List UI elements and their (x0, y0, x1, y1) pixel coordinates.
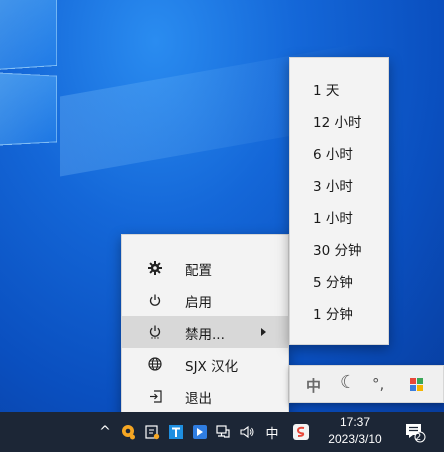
submenu-item-12-hours[interactable]: 12 小时 (290, 107, 388, 139)
ime-settings-grid-icon[interactable] (410, 377, 423, 391)
menu-item-enable[interactable]: 启用 (122, 284, 288, 316)
globe-icon (147, 356, 163, 372)
menu-item-sjx-localization[interactable]: SJX 汉化 (122, 348, 288, 380)
ime-indicator[interactable]: 中 (262, 412, 282, 452)
wallpaper-window-pane (0, 0, 58, 71)
notification-count-badge: 2 (415, 432, 422, 443)
wallpaper-window-pane (0, 72, 58, 146)
menu-item-disable[interactable]: 禁用... (122, 316, 288, 348)
submenu-item-1-minute[interactable]: 1 分钟 (290, 299, 388, 331)
power-icon (147, 324, 163, 340)
location-pin-icon[interactable] (118, 412, 138, 452)
menu-item-config[interactable]: 配置 (122, 252, 288, 284)
menu-item-label: SJX 汉化 (185, 359, 239, 375)
taskbar: ^ 中 17:37 2023/3/10 2 (0, 412, 444, 452)
menu-item-exit[interactable]: 退出 (122, 380, 288, 412)
network-icon[interactable] (213, 412, 233, 452)
power-icon (147, 292, 163, 308)
security-tray-icon[interactable] (142, 412, 162, 452)
submenu-item-6-hours[interactable]: 6 小时 (290, 139, 388, 171)
sogou-ime-icon[interactable] (290, 412, 312, 452)
gear-icon (147, 260, 163, 276)
menu-item-label: 退出 (185, 391, 212, 407)
clock-time: 17:37 (339, 415, 371, 429)
exit-icon (147, 388, 163, 404)
submenu-item-5-minutes[interactable]: 5 分钟 (290, 267, 388, 299)
clock-date: 2023/3/10 (328, 432, 382, 446)
menu-item-label: 禁用... (185, 327, 225, 343)
punctuation-toggle[interactable]: °, (372, 375, 384, 393)
submenu-item-1-day[interactable]: 1 天 (290, 75, 388, 107)
volume-icon[interactable] (237, 412, 257, 452)
menu-item-label: 配置 (185, 263, 212, 279)
submenu-item-30-minutes[interactable]: 30 分钟 (290, 235, 388, 267)
ime-toolbar: 中 ☾ °, (289, 365, 444, 403)
submenu-item-1-hour[interactable]: 1 小时 (290, 203, 388, 235)
submenu-arrow-icon (261, 328, 266, 336)
t-app-tray-icon[interactable] (166, 412, 186, 452)
disable-duration-submenu: 1 天 12 小时 6 小时 3 小时 1 小时 30 分钟 5 分钟 1 分钟 (289, 57, 389, 345)
menu-item-label: 启用 (185, 295, 212, 311)
moon-icon[interactable]: ☾ (340, 372, 356, 393)
submenu-item-3-hours[interactable]: 3 小时 (290, 171, 388, 203)
taskbar-clock[interactable]: 17:37 2023/3/10 (320, 414, 390, 450)
tray-context-menu: 配置 启用 禁用... SJX 汉化 退出 (121, 234, 289, 424)
ime-mode-toggle[interactable]: 中 (306, 375, 321, 396)
bookmark-tray-icon[interactable] (190, 412, 210, 452)
notification-center-icon[interactable]: 2 (402, 412, 428, 452)
show-hidden-icons-chevron[interactable]: ^ (96, 412, 114, 452)
